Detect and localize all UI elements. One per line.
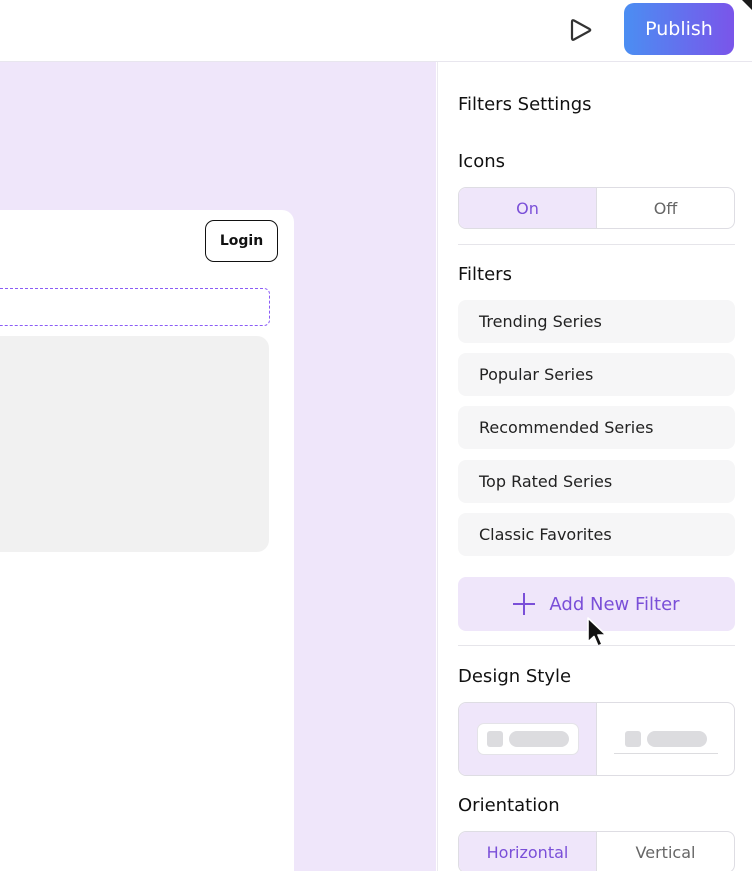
selected-filter-bar[interactable] [0, 288, 270, 326]
orientation-horizontal-option[interactable]: Horizontal [459, 832, 596, 871]
login-button[interactable]: Login [205, 220, 278, 262]
filter-item-recommended[interactable]: Recommended Series [458, 406, 735, 449]
corner-marker [742, 0, 752, 10]
icons-off-option[interactable]: Off [596, 188, 734, 228]
design-style-label: Design Style [458, 666, 572, 687]
filter-item-popular[interactable]: Popular Series [458, 353, 735, 396]
preview-bar [647, 731, 707, 747]
plus-icon [513, 593, 536, 615]
filter-item-top-rated[interactable]: Top Rated Series [458, 460, 735, 503]
icons-on-option[interactable]: On [459, 188, 596, 228]
preview-square [625, 731, 641, 747]
content-placeholder [0, 336, 269, 552]
icons-label: Icons [458, 151, 506, 172]
filter-item-classic[interactable]: Classic Favorites [458, 513, 735, 556]
publish-button[interactable]: Publish [624, 3, 734, 55]
design-canvas[interactable]: Login [0, 62, 436, 871]
filters-settings-panel: Filters Settings Icons On Off Filters Tr… [437, 62, 752, 871]
app-frame-preview[interactable]: Login [0, 210, 294, 871]
orientation-vertical-option[interactable]: Vertical [596, 832, 734, 871]
panel-title: Filters Settings [458, 94, 592, 115]
mouse-cursor-icon [587, 617, 607, 647]
icons-toggle: On Off [458, 187, 735, 229]
preview-underline [614, 753, 718, 754]
add-new-filter-label: Add New Filter [549, 593, 680, 615]
preview-bar [509, 731, 569, 747]
divider [458, 645, 735, 646]
design-style-selector [458, 702, 735, 776]
preview-square [487, 731, 503, 747]
orientation-toggle: Horizontal Vertical [458, 831, 735, 871]
design-style-line-option[interactable] [596, 703, 734, 775]
orientation-label: Orientation [458, 795, 560, 816]
preview-play-button[interactable] [564, 14, 598, 46]
divider [458, 244, 735, 245]
card-style-preview [477, 723, 579, 755]
design-style-card-option[interactable] [459, 703, 596, 775]
play-icon [570, 19, 592, 41]
top-bar: Publish [0, 0, 752, 62]
filter-item-trending[interactable]: Trending Series [458, 300, 735, 343]
filters-label: Filters [458, 264, 512, 285]
